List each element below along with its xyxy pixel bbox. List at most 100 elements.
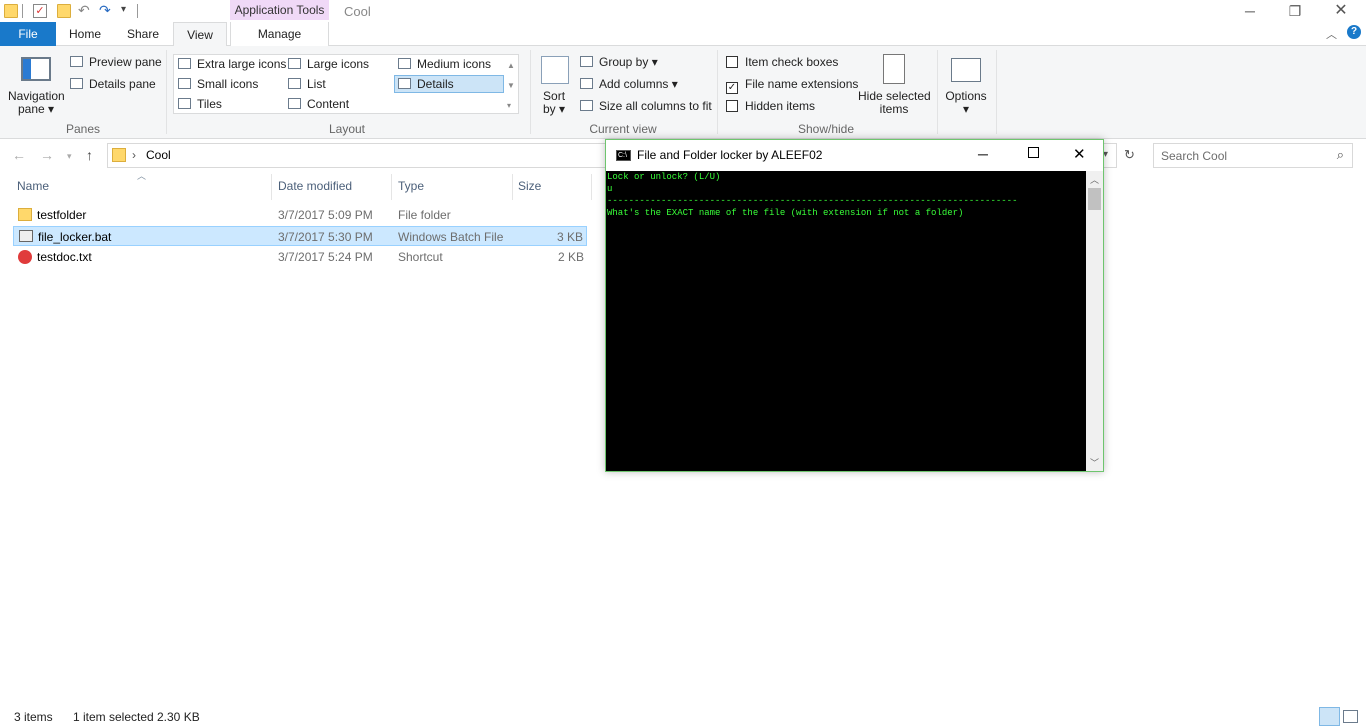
sort-by-label-2: by — [543, 102, 556, 116]
console-close-button[interactable]: ✕ — [1073, 145, 1086, 163]
size-all-columns-button[interactable]: Size all columns to fit — [580, 99, 712, 113]
minimize-button[interactable]: ─ — [1227, 0, 1273, 22]
new-folder-icon[interactable] — [57, 4, 71, 18]
hidden-items-label: Hidden items — [745, 99, 816, 113]
title-bar: ✓ ↶ ↷ ▾ Application Tools Cool ─ ❐ ✕ — [0, 0, 1366, 22]
medium-icons-option[interactable]: Medium icons — [398, 57, 491, 71]
up-arrow-icon[interactable]: ↑ — [86, 147, 93, 163]
preview-pane-label: Preview pane — [89, 55, 162, 69]
refresh-icon[interactable]: ↻ — [1124, 147, 1135, 163]
console-line: ----------------------------------------… — [607, 196, 1018, 206]
scroll-thumb[interactable] — [1088, 188, 1101, 210]
tab-file[interactable]: File — [0, 22, 56, 46]
scroll-up-icon[interactable]: ︿ — [1090, 173, 1099, 186]
column-header-type[interactable]: Type — [398, 179, 424, 193]
column-divider[interactable] — [512, 174, 513, 200]
file-row-selected[interactable]: file_locker.bat 3/7/2017 5:30 PM Windows… — [13, 226, 587, 246]
console-minimize-button[interactable]: ─ — [978, 146, 988, 162]
medium-icons-icon — [398, 58, 411, 69]
file-name: testdoc.txt — [37, 250, 92, 264]
column-divider[interactable] — [391, 174, 392, 200]
group-by-button[interactable]: Group by ▾ — [580, 55, 658, 69]
item-check-boxes-toggle[interactable]: Item check boxes — [726, 55, 838, 69]
options-button[interactable]: Options ▾ — [945, 90, 987, 116]
divider — [166, 50, 167, 134]
small-icons-icon — [178, 78, 191, 89]
gallery-scroll-icon[interactable]: ▲ ▼ ▾ — [507, 56, 515, 116]
tab-home[interactable]: Home — [62, 22, 108, 46]
customize-qat-icon[interactable]: ▾ — [121, 4, 126, 15]
item-count: 3 items — [14, 710, 53, 724]
medium-icons-label: Medium icons — [417, 57, 492, 71]
extra-large-icons-option[interactable]: Extra large icons — [178, 57, 286, 71]
collapse-ribbon-icon[interactable]: ︿ — [1326, 26, 1337, 42]
tab-manage[interactable]: Manage — [230, 22, 329, 46]
tab-share[interactable]: Share — [118, 22, 168, 46]
console-line: u — [607, 184, 613, 194]
file-name-extensions-label: File name extensions — [745, 77, 859, 91]
recent-locations-icon[interactable]: ▾ — [67, 151, 72, 162]
file-row[interactable]: testdoc.txt 3/7/2017 5:24 PM Shortcut 2 … — [14, 247, 588, 267]
file-name: testfolder — [37, 208, 87, 222]
file-name-extensions-toggle[interactable]: ✓ File name extensions — [726, 77, 858, 94]
console-output[interactable]: Lock or unlock? (L/U) u ------------------… — [606, 171, 1086, 471]
console-line: What's the EXACT name of the file (with … — [607, 208, 964, 218]
shortcut-icon — [18, 250, 32, 264]
large-icons-option[interactable]: Large icons — [288, 57, 369, 71]
column-divider[interactable] — [271, 174, 272, 200]
small-icons-option[interactable]: Small icons — [178, 77, 258, 91]
folder-icon[interactable] — [4, 4, 18, 18]
details-pane-button[interactable]: Details pane — [70, 77, 156, 91]
file-type: Windows Batch File — [398, 230, 504, 244]
hide-selected-items-button[interactable]: Hide selected items — [858, 90, 931, 116]
details-label: Details — [417, 77, 454, 91]
content-option[interactable]: Content — [288, 97, 349, 111]
tiles-option[interactable]: Tiles — [178, 97, 222, 111]
undo-icon[interactable]: ↶ — [78, 2, 90, 19]
tab-view[interactable]: View — [173, 22, 227, 47]
file-date: 3/7/2017 5:24 PM — [278, 250, 373, 264]
add-columns-button[interactable]: Add columns ▾ — [580, 77, 678, 91]
details-view-icon[interactable] — [1319, 707, 1340, 726]
column-divider[interactable] — [591, 174, 592, 200]
properties-icon[interactable]: ✓ — [33, 4, 47, 18]
sort-ascending-icon: ︿ — [137, 171, 147, 181]
folder-icon — [18, 208, 32, 221]
navigation-pane-button[interactable]: Navigation pane ▾ — [8, 90, 65, 116]
search-input[interactable]: Search Cool ⌕ — [1153, 143, 1353, 168]
options-icon — [951, 58, 981, 82]
breadcrumb-cool[interactable]: Cool — [146, 148, 171, 162]
content-label: Content — [307, 97, 350, 111]
group-by-label: Group by — [599, 55, 649, 69]
restore-button[interactable]: ❐ — [1272, 0, 1318, 22]
checkbox-icon — [726, 56, 738, 68]
tiles-icon — [178, 98, 191, 109]
list-option[interactable]: List — [288, 77, 326, 91]
show-hide-group-label: Show/hide — [797, 122, 855, 136]
list-label: List — [307, 77, 326, 91]
redo-icon[interactable]: ↷ — [99, 2, 111, 19]
back-arrow-icon[interactable]: ← — [12, 147, 26, 163]
help-icon[interactable]: ? — [1347, 25, 1361, 39]
preview-pane-button[interactable]: Preview pane — [70, 55, 162, 69]
list-icon — [288, 78, 301, 89]
file-date: 3/7/2017 5:30 PM — [278, 230, 373, 244]
breadcrumb-separator-icon: › — [132, 148, 136, 162]
details-pane-label: Details pane — [89, 77, 156, 91]
forward-arrow-icon[interactable]: → — [40, 147, 54, 163]
item-check-boxes-label: Item check boxes — [745, 55, 839, 69]
hidden-items-toggle[interactable]: Hidden items — [726, 99, 815, 113]
console-maximize-button[interactable] — [1028, 147, 1039, 158]
console-window[interactable]: C:\ File and Folder locker by ALEEF02 ─ … — [605, 139, 1104, 472]
details-option[interactable]: Details — [398, 77, 454, 91]
file-row[interactable]: testfolder 3/7/2017 5:09 PM File folder — [14, 205, 588, 225]
large-icons-view-icon[interactable] — [1343, 710, 1358, 723]
column-header-name[interactable]: Name — [17, 179, 49, 193]
sort-by-button[interactable]: Sort by ▾ — [543, 90, 565, 116]
console-scrollbar[interactable]: ︿ ﹀ — [1086, 171, 1103, 471]
column-header-size[interactable]: Size — [518, 179, 541, 193]
column-header-date[interactable]: Date modified — [278, 179, 352, 193]
add-columns-icon — [580, 78, 593, 89]
scroll-down-icon[interactable]: ﹀ — [1090, 456, 1099, 469]
close-button[interactable]: ✕ — [1318, 0, 1364, 22]
